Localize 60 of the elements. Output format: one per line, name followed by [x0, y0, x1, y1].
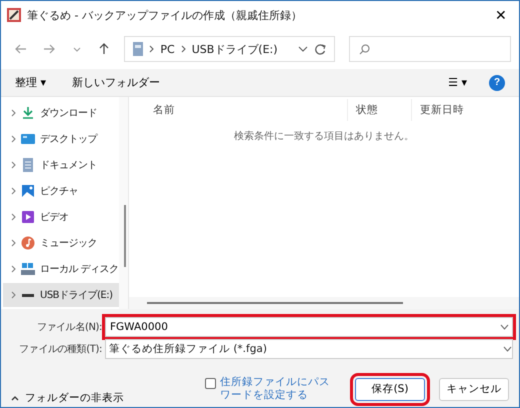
file-name-field[interactable]: FGWA0000 [105, 317, 513, 337]
sidebar-item[interactable]: ビデオ [1, 205, 119, 229]
hide-folders-button[interactable]: フォルダーの非表示 [11, 391, 124, 405]
field-label: ファイルの種類(T): [18, 342, 103, 356]
file-type-dropdown[interactable]: 筆ぐるめ住所録ファイル (*.fga) [105, 339, 513, 359]
empty-message: 検索条件に一致する項目はありません。 [233, 130, 415, 143]
sidebar-item[interactable]: ドキュメント [1, 153, 119, 177]
document-icon [21, 158, 35, 172]
sidebar-item[interactable]: ミュージック [1, 231, 119, 255]
chevron-down-icon [503, 346, 512, 352]
refresh-icon [314, 43, 326, 55]
chevron-right-icon [11, 213, 16, 221]
forward-icon [42, 43, 55, 55]
close-button[interactable]: ✕ [489, 7, 513, 23]
column-header[interactable]: 更新日時 [411, 99, 464, 121]
chevron-right-icon [11, 187, 16, 195]
checkbox[interactable] [205, 378, 216, 389]
chevron-up-icon [11, 396, 19, 400]
sidebar-item[interactable]: デスクトップ [1, 127, 119, 151]
window-title: 筆ぐるめ - バックアップファイルの作成（親戚住所録） [27, 8, 303, 22]
field-label: ファイル名(N): [36, 321, 103, 334]
address-bar[interactable]: PC USBドライブ(E:) [124, 36, 335, 62]
music-note-icon [21, 236, 35, 250]
search-field[interactable] [348, 36, 511, 62]
sidebar-item[interactable]: USBドライブ(E:) [3, 283, 119, 307]
chevron-right-icon [11, 109, 16, 117]
chevron-right-icon [149, 45, 154, 53]
breadcrumb[interactable]: USBドライブ(E:) [192, 42, 278, 56]
sidebar-item[interactable]: ダウンロード [1, 101, 119, 125]
organize-menu[interactable]: 整理 ▾ [15, 75, 46, 90]
picture-icon [21, 184, 35, 198]
download-arrow-icon [21, 106, 35, 120]
search-icon [358, 44, 370, 55]
chevron-right-icon [11, 291, 16, 299]
breadcrumb[interactable]: PC [160, 42, 175, 56]
help-button[interactable]: ? [489, 74, 505, 90]
up-arrow-icon [98, 43, 110, 55]
new-folder-button[interactable]: 新しいフォルダー [72, 75, 160, 90]
chevron-right-icon [11, 135, 16, 143]
sidebar-item[interactable]: ピクチャ [1, 179, 119, 203]
password-link[interactable]: 住所録ファイルにパスワードを設定する [220, 376, 333, 402]
scrollbar[interactable] [119, 97, 129, 309]
column-header[interactable]: 名前 [129, 99, 347, 121]
scrollbar[interactable] [129, 297, 519, 309]
back-icon [14, 43, 27, 55]
video-icon [21, 210, 35, 224]
desktop-icon [21, 132, 35, 146]
chevron-down-icon [298, 46, 308, 52]
disk-icon [21, 262, 35, 276]
sidebar-item[interactable]: ローカル ディスク [1, 257, 119, 281]
drive-icon [133, 42, 144, 56]
chevron-right-icon [11, 265, 16, 273]
view-menu[interactable]: ☰ ▾ [448, 76, 467, 89]
cancel-button[interactable]: キャンセル [439, 378, 509, 400]
chevron-down-icon [500, 324, 509, 330]
column-header[interactable]: 状態 [347, 99, 411, 121]
chevron-right-icon [11, 239, 16, 247]
app-icon [7, 8, 21, 22]
chevron-right-icon [11, 161, 16, 169]
chevron-right-icon [180, 45, 186, 53]
